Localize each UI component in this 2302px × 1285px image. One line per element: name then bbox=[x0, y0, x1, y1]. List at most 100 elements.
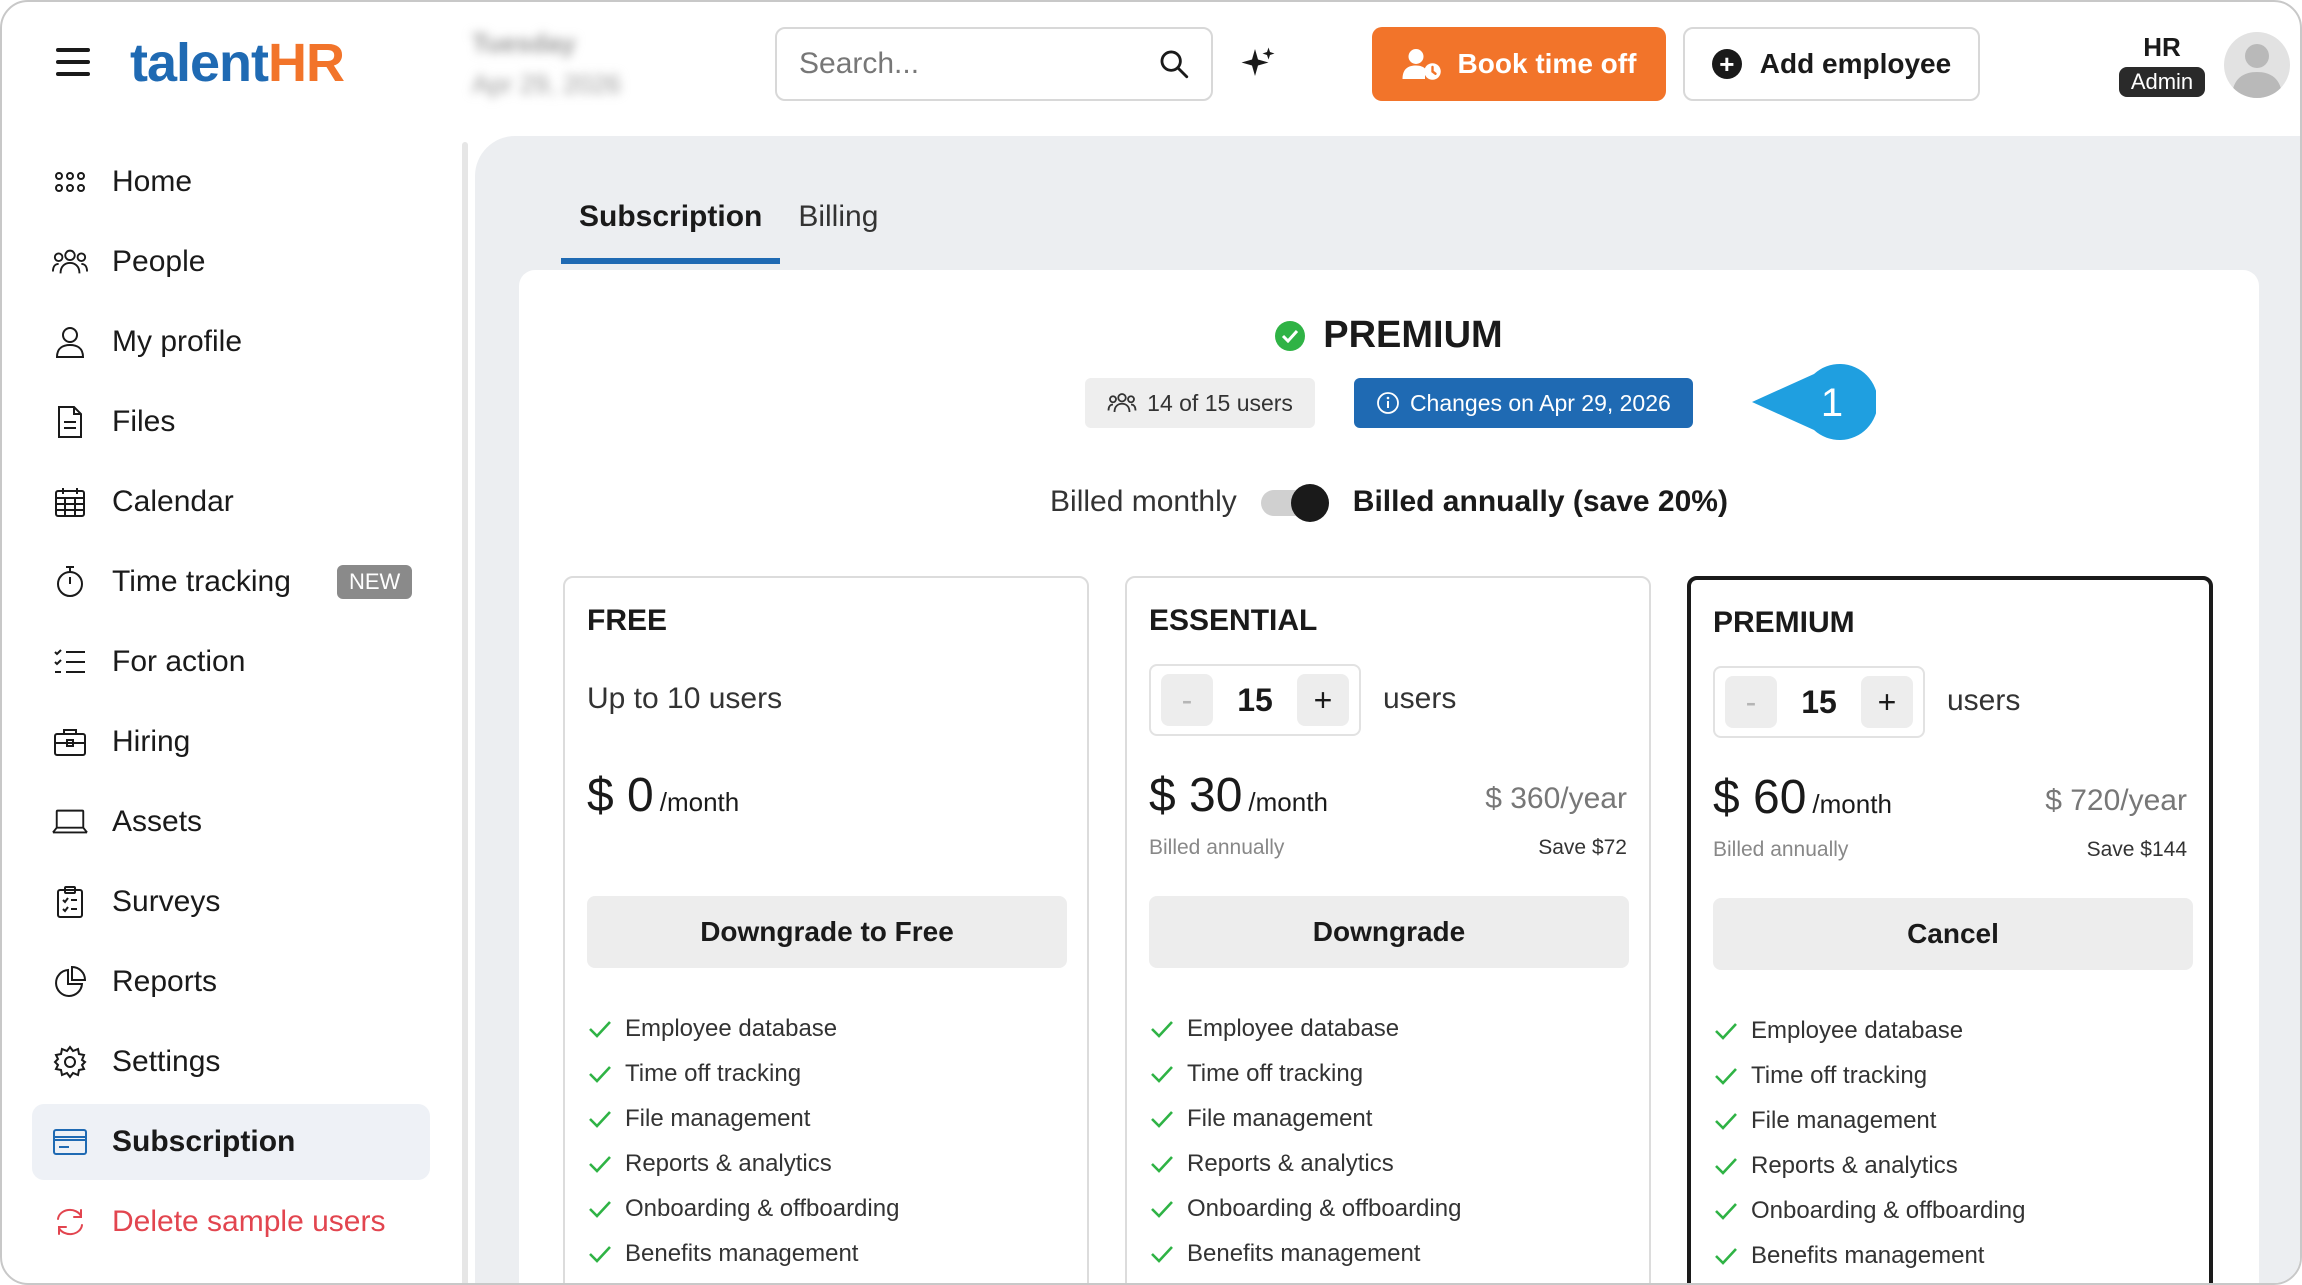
billed-annually-label[interactable]: Billed annually (save 20%) bbox=[1353, 485, 1728, 519]
plan-name: ESSENTIAL bbox=[1149, 604, 1318, 637]
sidebar-item-delete-sample-users[interactable]: Delete sample users bbox=[32, 1184, 430, 1260]
stopwatch-icon bbox=[52, 564, 88, 600]
price-amount: $ 30 bbox=[1149, 769, 1243, 822]
ai-sparkle-icon[interactable] bbox=[1240, 46, 1276, 82]
feature-item: File management bbox=[1713, 1098, 2025, 1143]
feature-item: Time off tracking bbox=[1713, 1053, 2025, 1098]
quantity-stepper: - 15 + bbox=[1713, 666, 1925, 738]
sidebar-item-label: Settings bbox=[112, 1045, 221, 1078]
increment-button[interactable]: + bbox=[1861, 676, 1913, 728]
plan-card-premium: PREMIUM - 15 + users $ 60/month $ 720/ye… bbox=[1687, 576, 2213, 1283]
avatar[interactable] bbox=[2224, 32, 2290, 98]
sidebar-item-reports[interactable]: Reports bbox=[32, 944, 430, 1020]
current-date: Tuesday Apr 29, 2026 bbox=[472, 28, 621, 100]
quantity-stepper: - 15 + bbox=[1149, 664, 1361, 736]
user-menu[interactable]: HR Admin bbox=[2112, 32, 2212, 97]
check-icon bbox=[1149, 1196, 1175, 1222]
sidebar-item-surveys[interactable]: Surveys bbox=[32, 864, 430, 940]
users-count-chip: 14 of 15 users bbox=[1085, 378, 1315, 428]
current-plan-header: PREMIUM bbox=[519, 314, 2259, 357]
decrement-button[interactable]: - bbox=[1725, 676, 1777, 728]
billing-period-toggle: Billed monthly Billed annually (save 20%… bbox=[519, 484, 2259, 522]
date-full: Apr 29, 2026 bbox=[472, 69, 621, 99]
sidebar-item-label: Home bbox=[112, 165, 193, 198]
file-icon bbox=[52, 404, 88, 440]
search-icon[interactable] bbox=[1157, 47, 1191, 81]
changes-date-chip[interactable]: Changes on Apr 29, 2026 bbox=[1353, 378, 1693, 428]
tab-subscription[interactable]: Subscription bbox=[561, 190, 781, 264]
feature-label: File management bbox=[1187, 1104, 1373, 1132]
sidebar-item-assets[interactable]: Assets bbox=[32, 784, 430, 860]
laptop-icon bbox=[52, 804, 88, 840]
sidebar-item-settings[interactable]: Settings bbox=[32, 1024, 430, 1100]
sidebar-item-home[interactable]: Home bbox=[32, 144, 430, 220]
feature-list: Employee database Time off tracking File… bbox=[1149, 1006, 1461, 1276]
user-role-badge: Admin bbox=[2118, 67, 2206, 97]
users-count-value: 15 bbox=[1237, 681, 1273, 718]
feature-item: Onboarding & offboarding bbox=[1713, 1188, 2025, 1233]
current-plan-name: PREMIUM bbox=[1323, 314, 1503, 356]
add-employee-button[interactable]: + Add employee bbox=[1683, 27, 1980, 101]
tab-billing[interactable]: Billing bbox=[780, 190, 896, 264]
yearly-price: $ 720/year bbox=[2045, 784, 2187, 817]
check-icon bbox=[1713, 1018, 1739, 1044]
user-clock-icon bbox=[1402, 49, 1441, 80]
feature-label: File management bbox=[625, 1104, 811, 1132]
feature-list: Employee database Time off tracking File… bbox=[587, 1006, 899, 1276]
subscription-card: PREMIUM 14 of 15 users Changes on Apr 29… bbox=[519, 270, 2259, 1283]
sidebar-item-label: Calendar bbox=[112, 485, 234, 518]
top-bar: talentHR Tuesday Apr 29, 2026 Book time … bbox=[2, 2, 2300, 130]
feature-label: Employee database bbox=[1751, 1016, 1964, 1044]
cancel-subscription-button[interactable]: Cancel bbox=[1713, 898, 2193, 970]
avatar-placeholder-icon bbox=[2232, 44, 2282, 98]
tab-bar: Subscription Billing bbox=[561, 190, 896, 264]
app-window: talentHR Tuesday Apr 29, 2026 Book time … bbox=[0, 0, 2302, 1285]
downgrade-button[interactable]: Downgrade bbox=[1149, 896, 1629, 968]
sidebar-scrollbar[interactable] bbox=[462, 142, 468, 1283]
feature-item: Reports & analytics bbox=[587, 1141, 899, 1186]
logo-text-hr: HR bbox=[268, 33, 345, 93]
feature-item: Benefits management bbox=[1713, 1233, 2025, 1278]
downgrade-to-free-button[interactable]: Downgrade to Free bbox=[587, 896, 1067, 968]
feature-label: Time off tracking bbox=[625, 1059, 802, 1087]
plan-price: $ 30/month bbox=[1149, 768, 1328, 823]
search-box bbox=[775, 27, 1213, 101]
sidebar-item-files[interactable]: Files bbox=[32, 384, 430, 460]
sidebar-item-time-tracking[interactable]: Time tracking NEW bbox=[32, 544, 430, 620]
book-time-off-label: Book time off bbox=[1457, 48, 1637, 79]
billed-monthly-label[interactable]: Billed monthly bbox=[1050, 485, 1237, 519]
price-amount: $ 60 bbox=[1713, 771, 1807, 824]
sidebar-item-people[interactable]: People bbox=[32, 224, 430, 300]
people-icon bbox=[52, 244, 88, 280]
feature-item: Onboarding & offboarding bbox=[1149, 1186, 1461, 1231]
feature-label: Employee database bbox=[1187, 1014, 1400, 1042]
book-time-off-button[interactable]: Book time off bbox=[1372, 27, 1666, 101]
sidebar-item-label: Delete sample users bbox=[112, 1205, 386, 1238]
check-icon bbox=[1713, 1063, 1739, 1089]
feature-label: Time off tracking bbox=[1751, 1061, 1928, 1089]
sidebar-item-hiring[interactable]: Hiring bbox=[32, 704, 430, 780]
feature-item: Onboarding & offboarding bbox=[587, 1186, 899, 1231]
price-period: /month bbox=[1248, 787, 1328, 817]
increment-button[interactable]: + bbox=[1297, 674, 1349, 726]
app-logo[interactable]: talentHR bbox=[130, 32, 345, 94]
billing-toggle-switch[interactable] bbox=[1260, 484, 1329, 522]
plan-card-essential: ESSENTIAL - 15 + users $ 30/month $ 360/… bbox=[1125, 576, 1651, 1283]
feature-label: Reports & analytics bbox=[1187, 1149, 1394, 1177]
hamburger-menu-icon[interactable] bbox=[56, 48, 90, 76]
check-icon bbox=[1713, 1153, 1739, 1179]
check-icon bbox=[587, 1151, 613, 1177]
sidebar-item-calendar[interactable]: Calendar bbox=[32, 464, 430, 540]
feature-item: Reports & analytics bbox=[1713, 1143, 2025, 1188]
feature-label: Time off tracking bbox=[1187, 1059, 1364, 1087]
search-input[interactable] bbox=[777, 29, 1147, 99]
sidebar-item-for-action[interactable]: For action bbox=[32, 624, 430, 700]
feature-item: Time off tracking bbox=[587, 1051, 899, 1096]
sidebar-item-my-profile[interactable]: My profile bbox=[32, 304, 430, 380]
feature-item: Employee database bbox=[1713, 1008, 2025, 1053]
users-count-value: 15 bbox=[1801, 683, 1837, 720]
sidebar-item-label: People bbox=[112, 245, 206, 278]
check-icon bbox=[1149, 1151, 1175, 1177]
decrement-button[interactable]: - bbox=[1161, 674, 1213, 726]
sidebar-item-subscription[interactable]: Subscription bbox=[32, 1104, 430, 1180]
